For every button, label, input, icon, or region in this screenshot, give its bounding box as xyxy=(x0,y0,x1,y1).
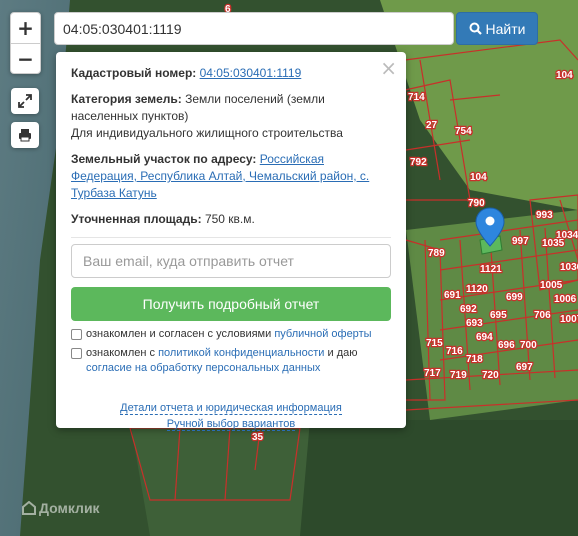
land-category-label: Категория земель: xyxy=(71,92,182,106)
parcel-label: 714 xyxy=(408,92,425,103)
zoom-out-button[interactable]: − xyxy=(11,43,40,73)
parcel-label: 1120 xyxy=(466,284,488,295)
search-input-value: 04:05:030401:1119 xyxy=(63,20,182,37)
parcel-label: 792 xyxy=(410,157,427,168)
search-icon xyxy=(469,22,482,35)
parcel-label: 715 xyxy=(426,338,443,349)
expand-icon xyxy=(18,94,32,108)
cadastral-search-input[interactable]: 04:05:030401:1119 xyxy=(54,12,454,45)
public-offer-link[interactable]: публичной оферты xyxy=(274,328,371,340)
zoom-in-button[interactable]: + xyxy=(11,13,40,43)
search-button[interactable]: Найти xyxy=(456,12,538,45)
bottom-links: Детали отчета и юридическая информация Р… xyxy=(71,400,391,432)
parcel-label: 695 xyxy=(490,310,507,321)
parcel-label: 104 xyxy=(470,172,487,183)
parcel-label: 1005 xyxy=(540,280,563,291)
parcel-label: 697 xyxy=(516,362,533,373)
parcel-label: 718 xyxy=(466,354,483,365)
parcel-label: 789 xyxy=(428,248,445,259)
manual-selection-link[interactable]: Ручной выбор вариантов xyxy=(166,418,296,431)
parcel-label: 1006 xyxy=(554,294,577,305)
cadastral-number-row: Кадастровый номер: 04:05:030401:1119 xyxy=(71,65,391,82)
parcel-info-popup: × Кадастровый номер: 04:05:030401:1119 К… xyxy=(56,52,406,431)
search-button-label: Найти xyxy=(485,20,526,37)
parcel-label: 27 xyxy=(426,120,438,131)
address-row: Земельный участок по адресу: Российская … xyxy=(71,151,391,202)
email-field[interactable]: Ваш email, куда отправить отчет xyxy=(71,244,391,278)
parcel-label: 993 xyxy=(536,210,553,221)
privacy-consent-text: ознакомлен с xyxy=(86,347,156,359)
privacy-consent-checkbox[interactable] xyxy=(71,348,82,359)
parcel-label: 719 xyxy=(450,370,467,381)
parcel-label: 691 xyxy=(444,290,461,301)
parcel-label: 997 xyxy=(512,236,529,247)
cadastral-number-link[interactable]: 04:05:030401:1119 xyxy=(200,66,302,80)
domclick-logo-icon xyxy=(22,501,36,515)
area-value: 750 кв.м. xyxy=(204,212,255,226)
parcel-label: 790 xyxy=(468,198,485,209)
report-details-link[interactable]: Детали отчета и юридическая информация xyxy=(120,402,342,415)
print-button[interactable] xyxy=(11,122,39,148)
parcel-label: 35 xyxy=(252,432,264,443)
offer-consent-text: ознакомлен и согласен с условиями xyxy=(86,328,272,340)
parcel-label: 720 xyxy=(482,370,499,381)
area-row: Уточненная площадь: 750 кв.м. xyxy=(71,211,391,228)
parcel-label: 694 xyxy=(476,332,493,343)
parcel-label: 699 xyxy=(506,292,523,303)
parcel-label: 706 xyxy=(534,310,551,321)
address-label: Земельный участок по адресу: xyxy=(71,152,257,166)
privacy-consent-text-2: и даю xyxy=(327,347,358,359)
privacy-policy-link[interactable]: политикой конфиденциальности xyxy=(158,347,324,359)
parcel-label: 700 xyxy=(520,340,537,351)
cadastral-number-label: Кадастровый номер: xyxy=(71,66,197,80)
parcel-label: 754 xyxy=(455,126,472,137)
parcel-label: 693 xyxy=(466,318,483,329)
parcel-label: 104 xyxy=(556,70,573,81)
offer-consent-row: ознакомлен и согласен с условиями публич… xyxy=(71,327,391,342)
zoom-controls: + − xyxy=(10,12,41,74)
parcel-label: 696 xyxy=(498,340,515,351)
permitted-use-value: Для индивидуального жилищного строительс… xyxy=(71,126,343,140)
watermark-text: Домклик xyxy=(39,500,100,516)
offer-consent-checkbox[interactable] xyxy=(71,329,82,340)
parcel-label: 692 xyxy=(460,304,477,315)
parcel-label: 717 xyxy=(424,368,441,379)
parcel-label: 716 xyxy=(446,346,463,357)
close-icon[interactable]: × xyxy=(380,56,397,80)
parcel-label: 1007 xyxy=(560,314,578,325)
email-placeholder: Ваш email, куда отправить отчет xyxy=(83,253,294,269)
privacy-consent-row: ознакомлен с политикой конфиденциальност… xyxy=(71,346,391,376)
parcel-label: 1036 xyxy=(560,262,578,273)
divider xyxy=(71,237,391,238)
land-category-row: Категория земель: Земли поселений (земли… xyxy=(71,91,391,142)
fullscreen-button[interactable] xyxy=(11,88,39,114)
personal-data-consent-link[interactable]: согласие на обработку персональных данны… xyxy=(86,362,320,374)
parcel-label: 1035 xyxy=(542,238,565,249)
parcel-label: 1121 xyxy=(480,264,502,275)
print-icon xyxy=(19,129,31,142)
domclick-watermark: Домклик xyxy=(22,500,100,516)
area-label: Уточненная площадь: xyxy=(71,212,202,226)
get-report-button[interactable]: Получить подробный отчет xyxy=(71,287,391,321)
